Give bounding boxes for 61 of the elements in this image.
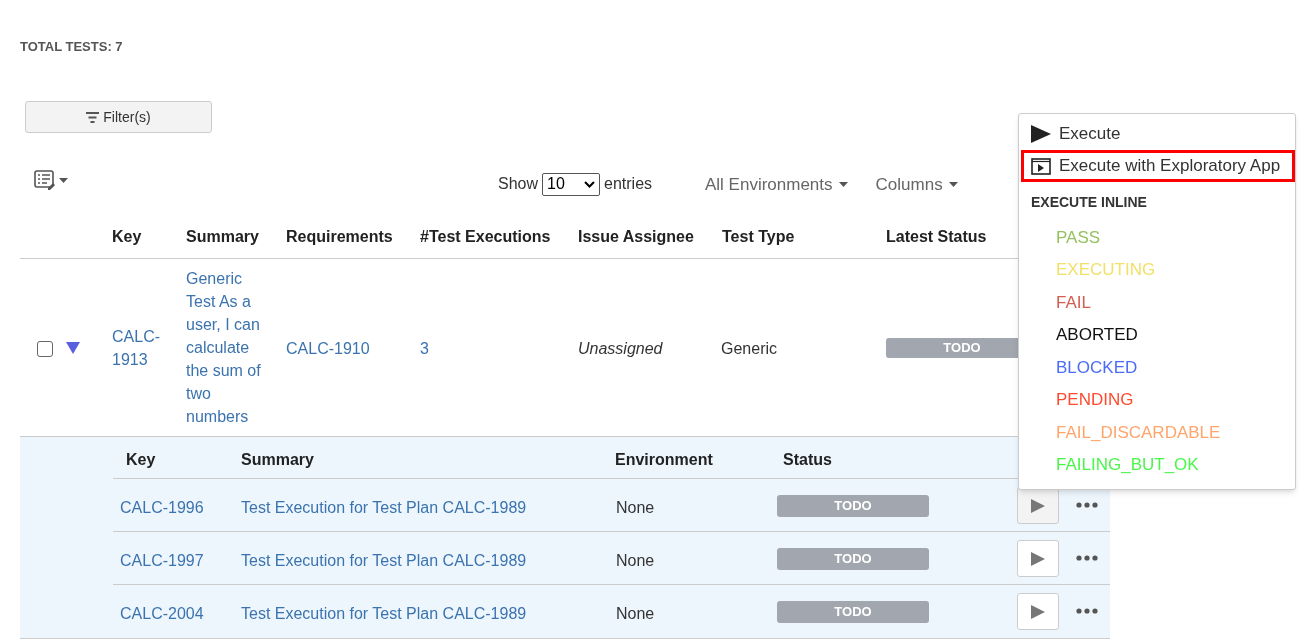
menu-item[interactable]: Execute <box>1021 118 1295 150</box>
column-header[interactable]: Test Type <box>722 225 795 249</box>
column-header[interactable]: #Test Executions <box>420 225 551 249</box>
status-badge: TODO <box>777 548 929 570</box>
column-header[interactable]: Key <box>126 448 156 472</box>
column-header[interactable]: Latest Status <box>886 225 987 249</box>
status-menu-item[interactable]: PENDING <box>1019 383 1134 416</box>
run-button[interactable] <box>1017 540 1059 577</box>
column-header[interactable]: Summary <box>186 225 259 249</box>
environment-text: None <box>616 498 655 518</box>
status-badge: TODO <box>777 601 929 623</box>
executions-count-link[interactable]: 3 <box>420 337 429 361</box>
dropdown-button[interactable]: Columns <box>875 172 958 198</box>
video-window-icon <box>1031 157 1051 175</box>
assignee-text: Unassigned <box>578 339 663 359</box>
column-header[interactable]: Key <box>112 225 142 249</box>
column-header[interactable]: Summary <box>241 448 314 472</box>
execution-link[interactable]: CALC-1996 <box>120 496 204 520</box>
collapse-icon[interactable] <box>66 342 80 354</box>
play-icon <box>1031 498 1045 513</box>
menu-section-title: EXECUTE INLINE <box>1030 193 1148 212</box>
issue-link[interactable]: CALC-1913 <box>112 325 172 371</box>
execution-link[interactable]: CALC-2004 <box>120 602 204 626</box>
play-icon <box>1031 125 1051 143</box>
page-size-select[interactable]: 10 <box>542 172 601 196</box>
caret-icon <box>948 182 958 188</box>
requirement-link[interactable]: CALC-1910 <box>286 337 370 361</box>
status-badge: TODO <box>777 495 929 517</box>
environment-text: None <box>616 551 655 571</box>
test-type-text: Generic <box>721 339 778 359</box>
column-header[interactable]: Environment <box>615 448 713 472</box>
row-checkbox[interactable] <box>37 341 53 357</box>
column-settings-button[interactable] <box>34 170 68 190</box>
total-tests-label: TOTAL TESTS: 7 <box>20 38 123 56</box>
column-header[interactable]: Issue Assignee <box>578 225 694 249</box>
execution-summary-link[interactable]: Test Execution for Test Plan CALC-1989 <box>241 496 527 520</box>
play-icon <box>1031 551 1045 566</box>
more-options-icon[interactable] <box>1076 608 1098 614</box>
column-header[interactable]: Status <box>783 448 832 472</box>
filter-icon <box>86 111 100 123</box>
summary-link[interactable]: Generic Test As a user, I can calculate the sum of two numbers <box>186 267 268 428</box>
execution-link[interactable]: CALC-1997 <box>120 549 204 573</box>
column-header[interactable]: Requirements <box>286 225 393 249</box>
more-options-icon[interactable] <box>1076 502 1098 508</box>
chevron-icon <box>584 180 596 188</box>
caret-icon <box>838 182 848 188</box>
entries-label: entries <box>604 174 653 194</box>
dropdown-button[interactable]: All Environments <box>705 172 848 198</box>
run-button[interactable] <box>1017 593 1059 630</box>
status-menu-item[interactable]: FAIL <box>1019 286 1091 319</box>
filter-button[interactable]: Filter(s) <box>25 101 212 133</box>
play-icon <box>1031 604 1045 619</box>
menu-item[interactable]: Execute with Exploratory App <box>1021 150 1295 182</box>
list-edit-icon <box>34 170 56 190</box>
environment-text: None <box>616 604 655 624</box>
execution-summary-link[interactable]: Test Execution for Test Plan CALC-1989 <box>241 602 527 626</box>
show-label: Show <box>498 174 539 194</box>
run-button[interactable] <box>1017 487 1059 524</box>
more-options-icon[interactable] <box>1076 555 1098 561</box>
execution-summary-link[interactable]: Test Execution for Test Plan CALC-1989 <box>241 549 527 573</box>
caret-icon <box>59 177 68 183</box>
